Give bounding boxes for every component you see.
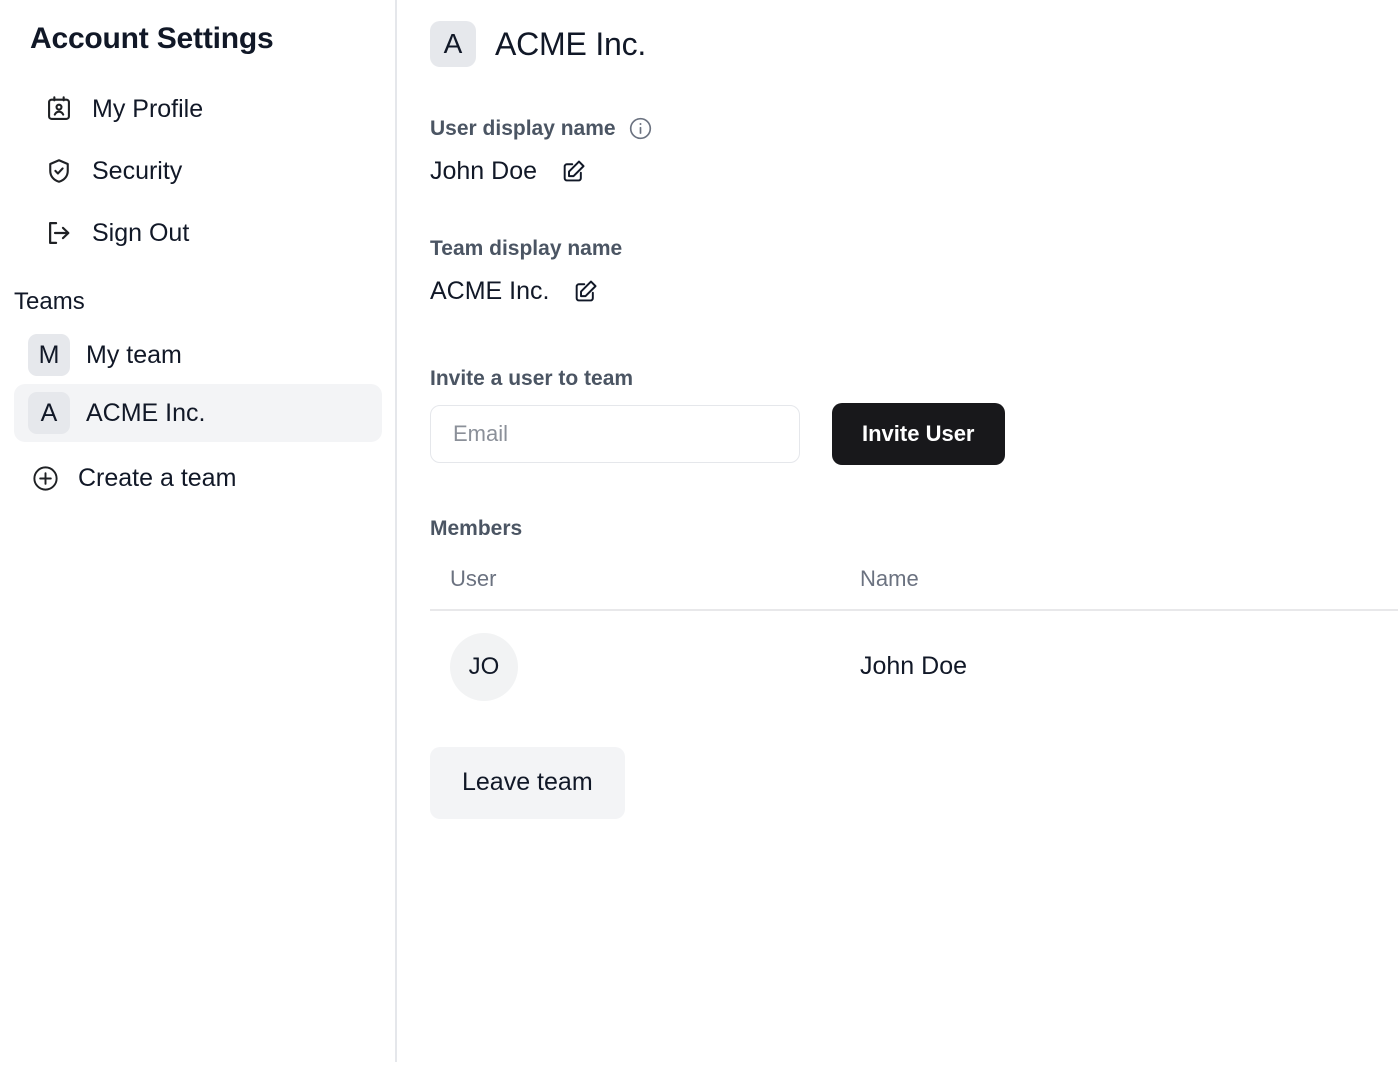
user-display-name-field: User display name John Doe xyxy=(430,116,1398,191)
team-badge: A xyxy=(28,392,70,434)
teams-section-heading: Teams xyxy=(14,288,85,315)
avatar: JO xyxy=(450,632,518,701)
team-avatar-badge: A xyxy=(430,21,476,67)
team-header: A ACME Inc. xyxy=(430,18,1398,70)
member-name-cell: John Doe xyxy=(860,652,968,680)
member-user-cell: JO xyxy=(450,632,860,701)
team-display-name-value-row: ACME Inc. xyxy=(430,271,1398,311)
sidebar-item-label: Sign Out xyxy=(92,218,190,247)
plus-circle-icon xyxy=(30,463,60,493)
team-display-name-label-row: Team display name xyxy=(430,237,1398,261)
create-team-label: Create a team xyxy=(78,463,237,492)
members-section: Members User Name JO John Doe xyxy=(430,517,1398,723)
team-display-name-label: Team display name xyxy=(430,237,623,260)
main-panel: A ACME Inc. User display name John Doe T… xyxy=(396,0,1398,1072)
sidebar-item-sign-out[interactable]: Sign Out xyxy=(14,202,382,264)
table-row[interactable]: JO John Doe xyxy=(430,611,1398,723)
team-display-name-field: Team display name ACME Inc. xyxy=(430,237,1398,311)
leave-team-button[interactable]: Leave team xyxy=(430,746,625,819)
edit-icon[interactable] xyxy=(573,278,599,304)
column-header-name: Name xyxy=(860,566,919,591)
page-title: Account Settings xyxy=(30,22,274,55)
user-display-name-label: User display name xyxy=(430,116,616,140)
sidebar-item-security[interactable]: Security xyxy=(14,140,382,202)
members-heading: Members xyxy=(430,517,523,540)
account-settings-page: Account Settings My Profile Security Sig… xyxy=(0,0,1398,1072)
sidebar-nav: My Profile Security Sign Out xyxy=(0,78,396,264)
contact-card-icon xyxy=(44,94,74,124)
sidebar: Account Settings My Profile Security Sig… xyxy=(0,0,397,1072)
info-icon[interactable] xyxy=(628,116,653,141)
sign-out-icon xyxy=(44,218,74,248)
user-display-name-value-row: John Doe xyxy=(430,151,1398,191)
invite-user-section: Invite a user to team Invite User xyxy=(430,367,1398,465)
invite-user-button[interactable]: Invite User xyxy=(832,403,1005,465)
edit-icon[interactable] xyxy=(561,158,587,184)
team-title: ACME Inc. xyxy=(495,25,647,62)
invite-label: Invite a user to team xyxy=(430,367,634,390)
invite-row: Invite User xyxy=(430,403,1398,465)
user-display-name-label-row: User display name xyxy=(430,116,1398,141)
sidebar-item-label: Security xyxy=(92,156,183,185)
sidebar-team-my-team[interactable]: M My team xyxy=(14,326,382,384)
create-team-button[interactable]: Create a team xyxy=(14,448,382,508)
shield-check-icon xyxy=(44,156,74,186)
email-input[interactable] xyxy=(430,405,800,463)
members-table: User Name xyxy=(430,557,1364,601)
sidebar-item-label: My Profile xyxy=(92,94,204,123)
team-display-name-value: ACME Inc. xyxy=(430,276,550,305)
column-header-user: User xyxy=(450,566,497,591)
sidebar-item-my-profile[interactable]: My Profile xyxy=(14,78,382,140)
team-label: My team xyxy=(86,340,182,369)
user-display-name-value: John Doe xyxy=(430,156,538,185)
sidebar-team-acme-inc[interactable]: A ACME Inc. xyxy=(14,384,382,442)
team-badge: M xyxy=(28,334,70,376)
team-label: ACME Inc. xyxy=(86,398,206,427)
members-table-header: User Name xyxy=(430,557,1364,601)
